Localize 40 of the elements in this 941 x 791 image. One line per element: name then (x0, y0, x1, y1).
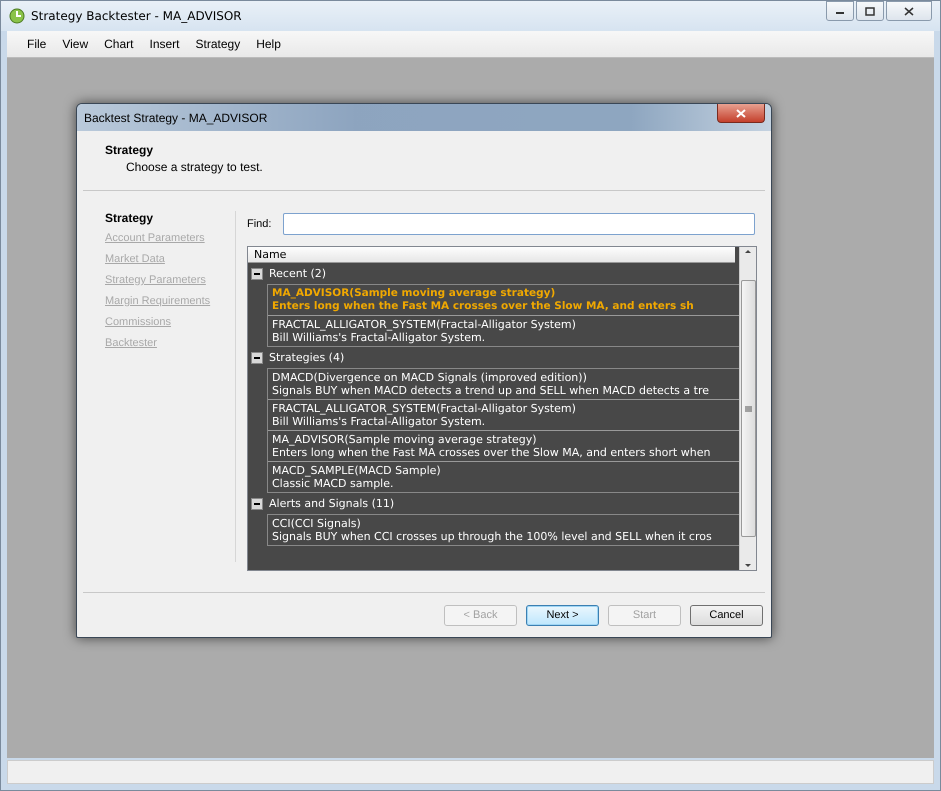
page-title: Strategy (105, 143, 154, 157)
collapse-icon[interactable] (251, 498, 263, 510)
close-button[interactable] (717, 104, 765, 123)
strategy-item[interactable]: CCI(CCI Signals) Signals BUY when CCI crosses up through the 100% level and SELL when it cros (268, 515, 739, 545)
maximize-icon (865, 6, 875, 16)
find-field[interactable] (283, 213, 755, 235)
dialog-button[interactable]: Next > (526, 604, 599, 626)
menu-item[interactable]: Insert (141, 34, 188, 54)
close-button[interactable] (886, 1, 932, 21)
group-label: Strategies (4) (269, 351, 344, 364)
scroll-thumb[interactable] (740, 280, 756, 537)
menu-item[interactable]: Help (248, 34, 289, 54)
dialog-title: Backtest Strategy - MA_ADVISOR (84, 110, 268, 124)
window-title: Strategy Backtester - MA_ADVISOR (31, 9, 243, 23)
app-icon (9, 8, 25, 24)
strategy-item[interactable]: DMACD(Divergence on MACD Signals (improved edition)) Signals BUY when MACD detects a trend up and SELL when MACD detects a tre (268, 369, 739, 400)
close-icon (736, 108, 746, 118)
wizard-step[interactable]: Strategy (105, 211, 154, 227)
menu-item[interactable]: Strategy (188, 34, 248, 54)
group-label: Alerts and Signals (11) (269, 497, 394, 510)
find-label: Find: (247, 218, 272, 230)
column-header[interactable]: Name (248, 247, 735, 263)
strategy-item[interactable]: FRACTAL_ALLIGATOR_SYSTEM(Fractal-Alligator System) Bill Williams's Fractal-Alligator System. (268, 316, 739, 346)
scrollbar[interactable] (739, 247, 756, 570)
dialog-button[interactable]: Cancel (690, 604, 763, 626)
collapse-icon[interactable] (251, 268, 263, 280)
collapse-icon[interactable] (251, 352, 263, 364)
minimize-button[interactable] (826, 1, 854, 21)
maximize-button[interactable] (856, 1, 884, 21)
menu-item[interactable]: View (54, 34, 96, 54)
strategy-item[interactable]: FRACTAL_ALLIGATOR_SYSTEM(Fractal-Alligator System) Bill Williams's Fractal-Alligator System. (268, 400, 739, 431)
strategy-item[interactable]: MA_ADVISOR(Sample moving average strategy) Enters long when the Fast MA crosses over the Slow MA, and enters short when (268, 431, 739, 462)
strategy-item[interactable]: MACD_SAMPLE(MACD Sample) Classic MACD sample. (268, 462, 739, 492)
menu-item[interactable]: File (19, 34, 54, 54)
grip-icon (744, 406, 752, 412)
close-icon (904, 6, 914, 16)
strategy-item[interactable]: MA_ADVISOR(Sample moving average strategy) Enters long when the Fast MA crosses over the Slow MA, and enters sh (268, 285, 739, 316)
page-subtitle: Choose a strategy to test. (126, 160, 264, 174)
group-label: Recent (2) (269, 267, 326, 280)
menu-item[interactable]: Chart (96, 34, 142, 54)
